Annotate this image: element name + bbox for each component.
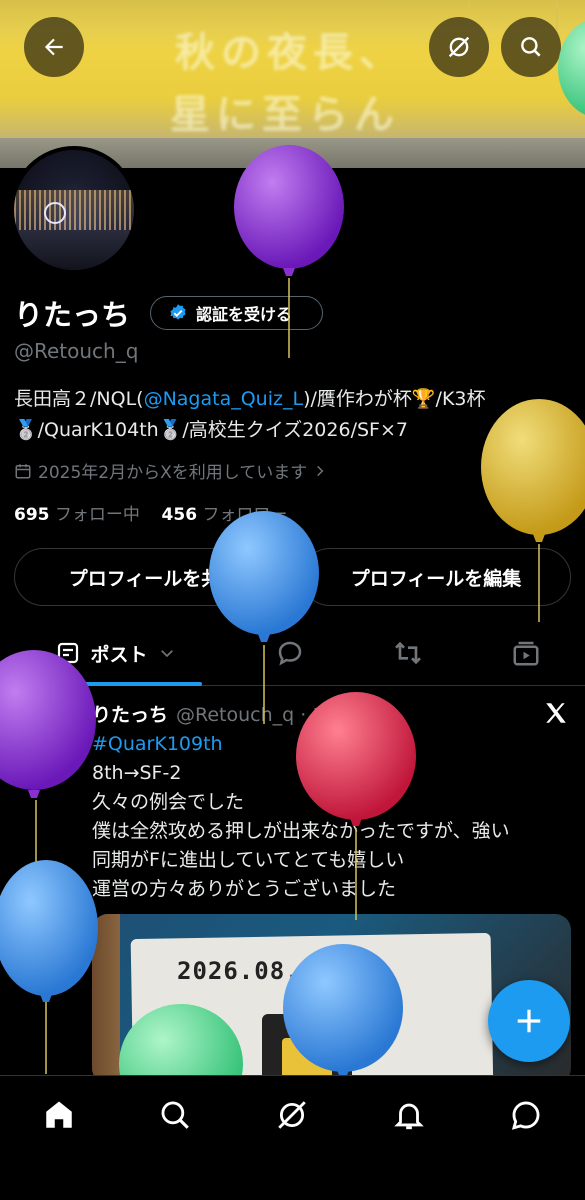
edit-profile-button[interactable]: プロフィールを編集 bbox=[301, 548, 571, 606]
plus-icon bbox=[517, 1009, 541, 1033]
bottom-navigation bbox=[0, 1075, 585, 1200]
balloon-blue bbox=[209, 511, 319, 724]
grok-button[interactable] bbox=[429, 17, 489, 77]
post-line: 運営の方々ありがとうございました bbox=[92, 878, 397, 900]
grok-icon bbox=[448, 36, 470, 58]
profile-handle: @Retouch_q bbox=[14, 339, 139, 363]
post-text: #QuarK109th 8th→SF-2 久々の例会でした 僕は全然攻める押しが… bbox=[92, 730, 562, 904]
nav-search[interactable] bbox=[155, 1095, 195, 1135]
grok-icon bbox=[278, 1101, 306, 1129]
following-label: フォロー中 bbox=[54, 505, 140, 525]
post-hashtag-link[interactable]: #QuarK109th bbox=[92, 730, 562, 759]
post-author-handle: @Retouch_q · 1日 bbox=[176, 704, 344, 726]
follow-stats: 695 フォロー中 456 フォロワー bbox=[14, 500, 287, 525]
chevron-down-icon bbox=[160, 650, 173, 658]
post-author-avatar[interactable] bbox=[12, 700, 76, 764]
post-line: 同期がFに進出していてとても嬉しい bbox=[92, 849, 405, 871]
tab-posts[interactable]: ポスト bbox=[30, 620, 202, 686]
bio-text: 🥈/QuarK104th🥈/高校生クイズ2026/SF×7 bbox=[14, 419, 408, 441]
chat-icon bbox=[511, 1101, 540, 1130]
post-author-name[interactable]: りたっち bbox=[92, 700, 168, 727]
search-icon bbox=[161, 1101, 189, 1129]
tab-replies[interactable] bbox=[262, 620, 318, 686]
search-button[interactable] bbox=[501, 17, 561, 77]
chevron-right-icon bbox=[317, 465, 324, 476]
reply-icon bbox=[278, 641, 302, 666]
nav-home[interactable] bbox=[39, 1095, 79, 1135]
arrow-left-icon bbox=[44, 38, 63, 56]
followers-link[interactable]: 456 フォロワー bbox=[162, 505, 288, 525]
media-icon bbox=[513, 641, 539, 666]
repost-icon bbox=[395, 641, 421, 665]
verified-badge-icon bbox=[170, 304, 186, 320]
profile-banner[interactable]: 秋の夜長、 星に至らん bbox=[0, 0, 585, 168]
back-button[interactable] bbox=[24, 17, 84, 77]
profile-avatar[interactable] bbox=[10, 146, 138, 274]
active-tab-indicator bbox=[30, 682, 202, 686]
profile-name: りたっち bbox=[14, 298, 131, 332]
get-verified-label: 認証を受ける bbox=[196, 305, 293, 324]
share-profile-button[interactable]: プロフィールを共有 bbox=[14, 548, 294, 606]
x-logo-icon bbox=[543, 700, 569, 730]
compose-button[interactable] bbox=[488, 980, 570, 1062]
banner-text-line1: 秋の夜長、 bbox=[175, 30, 405, 76]
nav-messages[interactable] bbox=[506, 1095, 546, 1135]
nav-grok[interactable] bbox=[272, 1095, 312, 1135]
post-line: 僕は全然攻める押しが出来なかったですが、強い bbox=[92, 820, 510, 842]
following-count: 695 bbox=[14, 505, 50, 525]
bio-text: )/贋作わが杯🏆/K3杯 bbox=[303, 388, 486, 410]
bio-text: 長田高２/NQL( bbox=[14, 388, 144, 410]
nav-notifications[interactable] bbox=[389, 1095, 429, 1135]
tab-reposts[interactable] bbox=[380, 620, 436, 686]
balloon-blue bbox=[0, 860, 98, 1074]
following-link[interactable]: 695 フォロー中 bbox=[14, 505, 140, 525]
bell-icon bbox=[394, 1103, 424, 1130]
post-header: りたっち @Retouch_q · 1日 bbox=[92, 700, 343, 727]
get-verified-button[interactable]: 認証を受ける bbox=[150, 296, 323, 330]
post-image-date-text: 2026.08.10 bbox=[177, 957, 332, 985]
tab-media[interactable] bbox=[498, 620, 554, 686]
home-icon bbox=[46, 1101, 72, 1128]
profile-tabs: ポスト bbox=[0, 620, 585, 686]
bio-mention-link[interactable]: @Nagata_Quiz_L bbox=[144, 388, 304, 410]
joined-text: 2025年2月からXを利用しています bbox=[38, 463, 308, 483]
posts-icon bbox=[58, 642, 79, 664]
tab-posts-label: ポスト bbox=[90, 643, 148, 666]
followers-label: フォロワー bbox=[202, 505, 288, 525]
banner-text-line2: 星に至らん bbox=[170, 92, 400, 138]
calendar-icon bbox=[15, 463, 31, 478]
post-line: 久々の例会でした bbox=[92, 791, 245, 813]
joined-date[interactable]: 2025年2月からXを利用しています bbox=[14, 458, 327, 483]
post-line: 8th→SF-2 bbox=[92, 762, 182, 784]
search-icon bbox=[521, 37, 541, 57]
followers-count: 456 bbox=[161, 505, 198, 525]
profile-bio: 長田高２/NQL(@Nagata_Quiz_L)/贋作わが杯🏆/K3杯 🥈/Qu… bbox=[14, 384, 554, 446]
